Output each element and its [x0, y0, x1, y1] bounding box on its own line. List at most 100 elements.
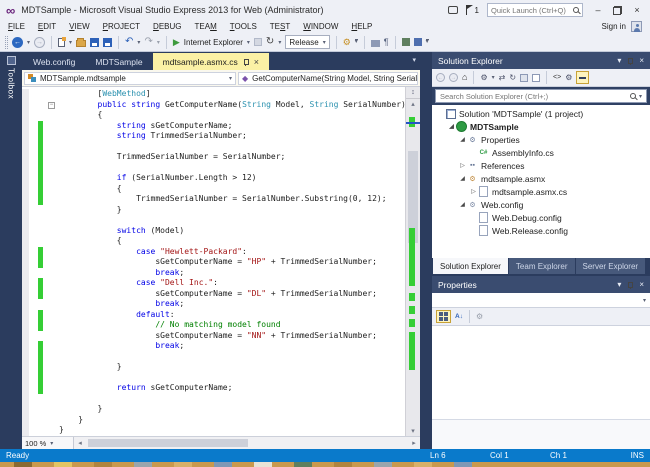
code-line[interactable]: { [22, 236, 405, 247]
fold-margin[interactable] [48, 173, 59, 184]
tool-tab-solution-explorer[interactable]: Solution Explorer [433, 258, 508, 274]
pin-icon[interactable] [243, 58, 249, 66]
configuration-combo[interactable]: Release ▾ [285, 35, 329, 49]
taskbar-app-icon[interactable] [14, 462, 32, 467]
categorized-icon[interactable] [436, 310, 451, 323]
code-line[interactable]: } [22, 205, 405, 216]
open-file-icon[interactable] [76, 40, 86, 47]
tree-item-web-release-config[interactable]: Web.Release.config [432, 224, 650, 237]
fold-margin[interactable] [48, 121, 59, 132]
restore-button[interactable] [613, 6, 622, 15]
sync-icon[interactable]: ⇄ [499, 74, 506, 82]
fold-margin[interactable] [48, 278, 59, 289]
chevron-down-icon[interactable]: ▾ [492, 74, 495, 81]
editor-vertical-scrollbar[interactable]: ↕ ▴ ▾ [405, 87, 420, 436]
tab-web-config[interactable]: Web.config [23, 53, 85, 70]
sign-in-link[interactable]: Sign in [602, 22, 626, 31]
forward-icon[interactable]: → [449, 73, 458, 82]
pin-icon[interactable] [627, 281, 633, 289]
view-code-icon[interactable]: <> [553, 74, 561, 81]
toolbar-overflow-icon[interactable]: ▾ [355, 39, 358, 45]
expander-open-icon[interactable]: ◢ [458, 201, 467, 208]
fold-margin[interactable] [48, 226, 59, 237]
code-line[interactable]: case "Dell Inc.": [22, 278, 405, 289]
code-line[interactable]: break; [22, 341, 405, 352]
menu-project[interactable]: PROJECT [103, 22, 140, 31]
code-line[interactable] [22, 163, 405, 174]
refresh-icon[interactable]: ↻ [266, 37, 274, 47]
taskbar-app-icon[interactable] [254, 462, 272, 467]
taskbar-app-icon[interactable] [294, 462, 312, 467]
tree-item-properties[interactable]: ◢⚙Properties [432, 133, 650, 146]
code-line[interactable]: − public string GetComputerName(String M… [22, 100, 405, 111]
tree-item-assemblyinfo-cs[interactable]: C#AssemblyInfo.cs [432, 146, 650, 159]
tree-item-references[interactable]: ▷▪▪References [432, 159, 650, 172]
code-line[interactable]: { [22, 184, 405, 195]
undo-icon[interactable]: ↶ [125, 37, 133, 47]
windows-taskbar[interactable] [0, 462, 650, 467]
refresh-icon[interactable]: ↻ [509, 74, 516, 82]
scroll-up-icon[interactable]: ▴ [406, 100, 420, 108]
solution-explorer-title-bar[interactable]: Solution Explorer ▾ × [432, 52, 650, 69]
chevron-down-icon[interactable]: ▾ [247, 39, 250, 46]
menu-help[interactable]: HELP [351, 22, 372, 31]
fold-margin[interactable] [48, 404, 59, 415]
type-dropdown[interactable]: MDTSample.mdtsample ▾ [24, 72, 236, 85]
fold-margin[interactable] [48, 373, 59, 384]
tree-item-solution-mdtsample-1-project-[interactable]: Solution 'MDTSample' (1 project) [432, 107, 650, 120]
chevron-down-icon[interactable]: ▾ [137, 39, 140, 46]
collapse-region-icon[interactable]: − [48, 102, 55, 109]
fold-margin[interactable] [48, 257, 59, 268]
fold-margin[interactable] [48, 184, 59, 195]
solution-search-input[interactable] [440, 92, 627, 101]
show-all-files-icon[interactable] [532, 74, 540, 82]
close-icon[interactable]: × [639, 56, 644, 65]
tab-mdtsample-asmx-cs[interactable]: mdtsample.asmx.cs× [153, 53, 269, 70]
taskbar-app-icon[interactable] [134, 462, 152, 467]
code-line[interactable]: return sGetComputerName; [22, 383, 405, 394]
menu-file[interactable]: FILE [8, 22, 25, 31]
tree-item-mdtsample-asmx-cs[interactable]: ▷mdtsample.asmx.cs [432, 185, 650, 198]
zoom-selector[interactable]: 100 % ▾ [22, 437, 74, 449]
outdent-icon[interactable] [414, 38, 422, 46]
menu-team[interactable]: TEAM [195, 22, 217, 31]
start-debug-icon[interactable]: ▶ [173, 38, 180, 47]
code-line[interactable]: default: [22, 310, 405, 321]
expander-open-icon[interactable]: ◢ [458, 136, 467, 143]
nav-back-icon[interactable]: ← [12, 37, 23, 48]
menu-debug[interactable]: DEBUG [153, 22, 181, 31]
fold-margin[interactable] [48, 163, 59, 174]
back-icon[interactable]: ← [436, 73, 445, 82]
tree-item-web-config[interactable]: ◢⚙Web.config [432, 198, 650, 211]
box-icon[interactable] [371, 40, 380, 47]
expander-closed-icon[interactable]: ▷ [469, 188, 478, 195]
expander-closed-icon[interactable]: ▷ [458, 162, 467, 169]
code-line[interactable]: } [22, 425, 405, 436]
chevron-down-icon[interactable]: ▾ [639, 93, 642, 100]
redo-icon[interactable]: ↷ [144, 37, 152, 47]
menu-view[interactable]: VIEW [69, 22, 89, 31]
properties-wrench-icon[interactable]: ⚙ [565, 74, 572, 82]
code-line[interactable] [22, 394, 405, 405]
taskbar-app-icon[interactable] [54, 462, 72, 467]
save-icon[interactable] [90, 38, 99, 47]
taskbar-app-icon[interactable] [174, 462, 192, 467]
tree-item-mdtsample-asmx[interactable]: ◢⚙mdtsample.asmx [432, 172, 650, 185]
taskbar-app-icon[interactable] [454, 462, 472, 467]
menu-edit[interactable]: EDIT [38, 22, 56, 31]
properties-title-bar[interactable]: Properties ▾ × [432, 276, 650, 293]
scroll-right-icon[interactable]: ▸ [408, 439, 420, 447]
code-line[interactable]: [WebMethod] [22, 89, 405, 100]
expander-open-icon[interactable]: ◢ [447, 123, 456, 130]
fold-margin[interactable] [48, 362, 59, 373]
taskbar-app-icon[interactable] [414, 462, 432, 467]
code-line[interactable]: break; [22, 299, 405, 310]
fold-margin[interactable] [48, 142, 59, 153]
taskbar-app-icon[interactable] [214, 462, 232, 467]
quick-launch-box[interactable] [487, 3, 583, 17]
fold-margin[interactable] [48, 268, 59, 279]
menu-test[interactable]: TEST [270, 22, 290, 31]
quick-launch-input[interactable] [491, 6, 570, 15]
code-line[interactable]: } [22, 404, 405, 415]
split-handle[interactable]: ↕ [406, 87, 420, 99]
